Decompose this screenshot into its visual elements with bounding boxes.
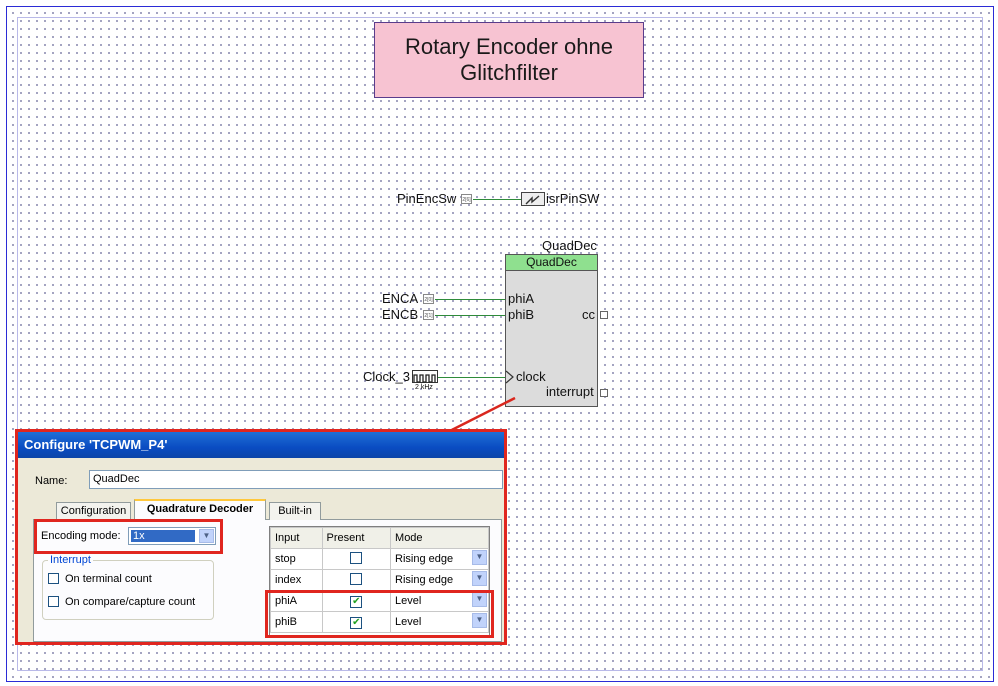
cell-present (321, 569, 392, 591)
cc-terminal-icon[interactable] (600, 311, 608, 319)
interrupt-group (42, 560, 214, 620)
pin-encsw-icon[interactable]: 2[6] (461, 194, 472, 204)
checkbox-icon[interactable] (48, 596, 59, 607)
wire-enca[interactable] (435, 299, 505, 300)
clock-label[interactable]: Clock_3 (363, 369, 410, 384)
port-phib-label: phiB (508, 307, 535, 322)
schematic-title-box[interactable]: Rotary Encoder ohne Glitchfilter (374, 22, 644, 98)
header-present: Present (321, 527, 392, 549)
mode-select[interactable]: Rising edge ▼ (390, 548, 489, 570)
phi-highlight-box (265, 590, 494, 638)
port-phia-label: phiA (508, 291, 535, 306)
mode-value: Rising edge (395, 553, 454, 565)
isr-label[interactable]: isrPinSW (546, 191, 599, 206)
cell-input: index (270, 569, 323, 591)
interrupt-group-label: Interrupt (48, 554, 93, 566)
encb-label[interactable]: ENCB (382, 307, 418, 322)
clock-frequency: 2 kHz (415, 384, 433, 391)
table-row[interactable]: stop Rising edge ▼ (270, 548, 489, 570)
enca-label[interactable]: ENCA (382, 291, 418, 306)
checkbox-icon[interactable] (350, 551, 363, 564)
dialog-title: Configure 'TCPWM_P4' (18, 432, 504, 458)
on-terminal-count-option[interactable]: On terminal count (48, 573, 152, 585)
component-type-label: QuadDec (506, 255, 597, 271)
on-compare-capture-label: On compare/capture count (65, 596, 196, 608)
pin-encsw-label[interactable]: PinEncSw (397, 191, 456, 206)
wire-encb[interactable] (435, 315, 505, 316)
clock-input-arrow-icon (505, 370, 514, 384)
title-line-1: Rotary Encoder ohne (405, 34, 613, 59)
encb-pin-icon[interactable]: 2[1] (423, 310, 434, 320)
interrupt-terminal-icon[interactable] (600, 389, 608, 397)
mode-select[interactable]: Rising edge ▼ (390, 569, 489, 591)
chevron-down-icon[interactable]: ▼ (472, 550, 487, 565)
enca-pin-icon[interactable]: 2[0] (423, 294, 434, 304)
table-row[interactable]: index Rising edge ▼ (270, 569, 489, 591)
checkbox-icon[interactable] (350, 572, 363, 585)
clock-waveform-icon[interactable] (412, 370, 438, 383)
port-cc-label: cc (582, 307, 595, 322)
chevron-down-icon[interactable]: ▼ (472, 571, 487, 586)
tab-configuration[interactable]: Configuration (56, 502, 131, 520)
checkbox-icon[interactable] (48, 573, 59, 584)
encoding-mode-label: Encoding mode: (41, 530, 121, 542)
wire-encsw[interactable] (473, 199, 521, 200)
name-label: Name: (35, 475, 68, 487)
header-mode: Mode (390, 527, 489, 549)
isr-icon[interactable] (521, 192, 545, 206)
cell-present (321, 548, 392, 570)
encoding-mode-value: 1x (131, 530, 195, 542)
on-terminal-count-label: On terminal count (65, 573, 152, 585)
cell-input: stop (270, 548, 323, 570)
wire-clock[interactable] (438, 377, 505, 378)
name-field[interactable]: QuadDec (89, 470, 503, 489)
on-compare-capture-option[interactable]: On compare/capture count (48, 596, 195, 608)
mode-value: Rising edge (395, 574, 454, 586)
table-header-row: Input Present Mode (270, 527, 489, 549)
component-instance-name[interactable]: QuadDec (542, 238, 597, 253)
tab-built-in[interactable]: Built-in (269, 502, 321, 520)
header-input: Input (270, 527, 323, 549)
chevron-down-icon[interactable]: ▼ (199, 529, 214, 543)
port-interrupt-label: interrupt (546, 384, 594, 399)
tab-quadrature-decoder[interactable]: Quadrature Decoder (134, 499, 266, 520)
title-line-2: Glitchfilter (460, 60, 558, 85)
encoding-mode-select[interactable]: 1x ▼ (128, 527, 216, 545)
port-clock-label: clock (516, 369, 546, 384)
